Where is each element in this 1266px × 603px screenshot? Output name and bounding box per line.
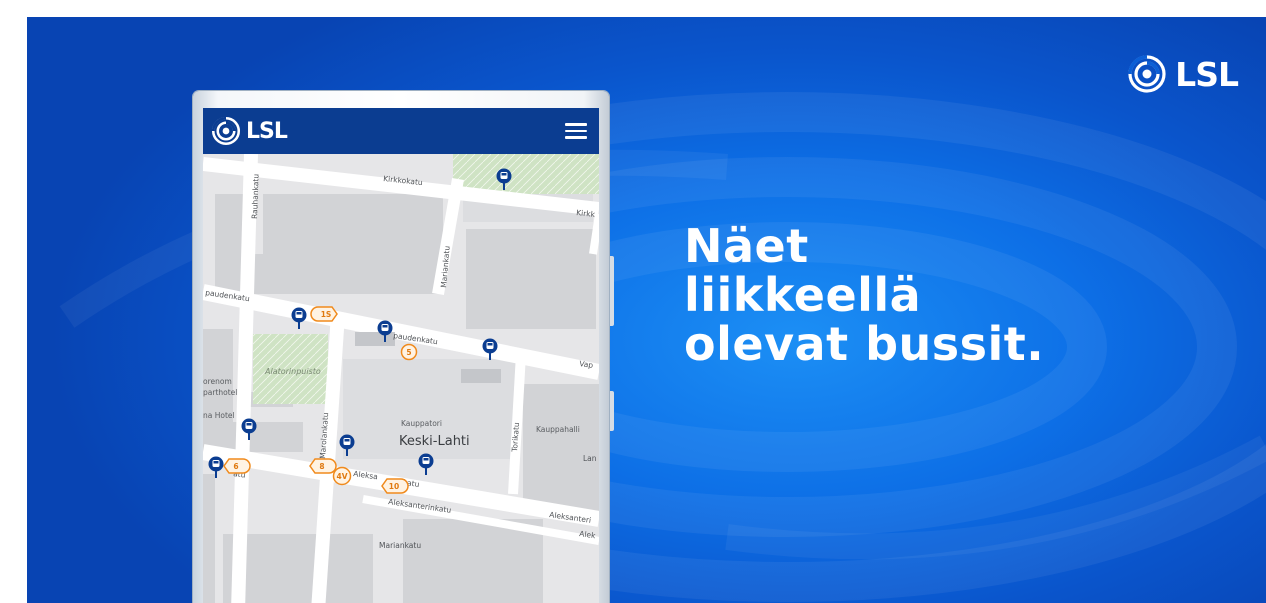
headline-line-3: olevat bussit.	[684, 317, 1045, 371]
poi-label: orenom	[203, 377, 232, 386]
route-badge[interactable]: 1S	[310, 306, 338, 322]
route-number: 8	[319, 462, 324, 471]
app-logo-text: LSL	[246, 118, 288, 144]
brand-name: LSL	[1175, 54, 1239, 94]
route-badge[interactable]: 5	[400, 343, 418, 361]
route-number: 6	[233, 462, 238, 471]
brand-logo: LSL	[1127, 54, 1239, 94]
app-logo[interactable]: LSL	[211, 116, 288, 146]
route-badge[interactable]: 4V	[332, 466, 352, 486]
app-header: LSL	[203, 108, 599, 154]
lsl-logo-icon	[211, 116, 241, 146]
phone-side-button	[610, 256, 614, 326]
poi-label: Kauppatori	[401, 419, 442, 428]
headline: Näet liikkeellä olevat bussit.	[684, 222, 1044, 369]
street-label: Lan	[583, 454, 597, 463]
route-number: 5	[406, 348, 411, 357]
street-label: Mariankatu	[379, 541, 421, 550]
poi-label: na Hotel	[203, 411, 235, 420]
route-badge[interactable]: 6	[223, 458, 251, 474]
headline-line-2: liikkeellä	[684, 268, 922, 322]
route-badge[interactable]: 8	[309, 458, 337, 474]
bus-map[interactable]: Kirkkokatu Kirkk Rauhankatu paudenkatu p…	[203, 154, 599, 603]
street-label: Rauhankatu	[250, 174, 261, 220]
phone-screen: LSL Kirkkokatu Kirkk Rauhankatu paudenka…	[203, 108, 599, 603]
hamburger-menu-icon[interactable]	[565, 123, 587, 139]
route-number: 4V	[336, 472, 347, 481]
poi-label: Kauppahalli	[536, 425, 580, 434]
lsl-logo-icon	[1128, 55, 1166, 93]
headline-line-1: Näet	[684, 219, 809, 273]
phone-mockup: LSL Kirkkokatu Kirkk Rauhankatu paudenka…	[193, 91, 614, 603]
route-number: 10	[389, 482, 399, 491]
park-label: Alatorinpuisto	[264, 367, 321, 376]
poi-label: parthotel	[203, 388, 237, 397]
phone-side-button	[610, 391, 614, 431]
promo-banner: LSL Näet liikkeellä olevat bussit. LSL K…	[27, 17, 1266, 603]
route-number: 1S	[321, 310, 332, 319]
district-label: Keski-Lahti	[399, 434, 470, 449]
route-badge[interactable]: 10	[381, 478, 409, 494]
